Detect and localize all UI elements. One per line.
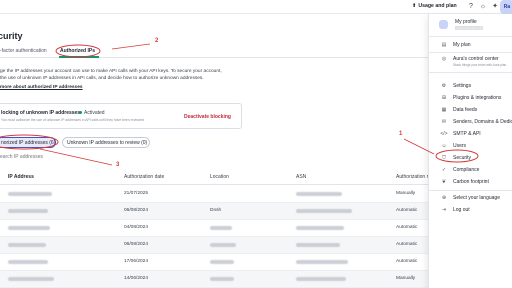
deactivate-blocking-button[interactable]: Deactivate blocking — [184, 114, 231, 120]
header-asn[interactable]: ASN — [296, 174, 306, 180]
masked-ip — [8, 277, 54, 281]
status-dot — [79, 111, 82, 115]
masked-asn — [296, 243, 340, 247]
blocking-title: locking of unknown IP addresses — [1, 110, 81, 116]
header-date[interactable]: Authorization date — [124, 174, 164, 180]
annotation-number-2: 2 — [155, 38, 159, 44]
masked-asn — [296, 192, 342, 196]
row-method: Automatic — [396, 259, 418, 264]
description-line-2: the use of unknown IP addresses in API c… — [0, 76, 204, 81]
menu-divider — [429, 190, 512, 191]
check-icon: ✓ — [441, 167, 447, 173]
top-bar: ⬆ Usage and plan ? ☼ ✦ Ra — [0, 0, 512, 14]
code-icon: </> — [440, 131, 448, 137]
logout-icon: ⇥ — [441, 207, 447, 213]
row-date: 17/06/2024 — [124, 259, 149, 264]
unknown-ips-filter[interactable]: Unknown IP addresses to review (0) — [62, 137, 150, 148]
my-profile-link[interactable]: My profile — [455, 19, 477, 25]
row-method: Manually — [396, 191, 416, 196]
blocking-subtitle: You must authorize the use of unknown IP… — [1, 118, 145, 122]
masked-ip — [8, 260, 48, 264]
plan-icon: ▤ — [441, 42, 447, 48]
learn-more-link[interactable]: more about authorized IP addresses — [0, 85, 83, 90]
masked-asn — [296, 260, 348, 264]
annotation-number-1: 1 — [399, 131, 403, 137]
leaf-icon: ❦ — [441, 179, 447, 185]
menu-divider — [429, 36, 512, 37]
tab-authorized-ips[interactable]: Authorized IPs — [60, 48, 95, 54]
row-location: Dnsh — [210, 208, 222, 213]
menu-item-smtp-api[interactable]: </> SMTP & API — [429, 128, 512, 140]
row-date: 14/06/2024 — [124, 276, 149, 281]
tab-two-factor[interactable]: -factor authentication — [0, 48, 47, 54]
row-method: Automatic — [396, 208, 418, 213]
language-selector[interactable]: ⊕ Select your language — [429, 192, 512, 204]
notification-icon[interactable]: ☼ — [478, 2, 488, 12]
page-title: curity — [0, 31, 23, 41]
database-icon: ▦ — [441, 107, 447, 113]
logout-link[interactable]: ⇥ Log out — [429, 204, 512, 216]
row-date: 06/08/2024 — [124, 242, 149, 247]
my-plan-link[interactable]: ▤ My plan — [429, 39, 512, 51]
masked-location — [210, 226, 232, 230]
gear-icon: ⚙ — [441, 83, 447, 89]
menu-item-settings[interactable]: ⚙ Settings — [429, 80, 512, 92]
upgrade-icon: ⬆ — [412, 3, 417, 9]
control-center-link[interactable]: Aura's control center — [453, 56, 499, 62]
masked-ip — [8, 209, 48, 213]
header-ip[interactable]: IP Address — [8, 174, 34, 180]
active-tab-indicator — [59, 56, 99, 58]
menu-item-security[interactable]: ⛉ Security — [429, 152, 512, 164]
status-badge: Activated — [79, 110, 105, 116]
masked-location — [210, 277, 234, 281]
row-method: Automatic — [396, 225, 418, 230]
row-date: 04/08/2024 — [124, 225, 149, 230]
masked-ip — [8, 226, 50, 230]
masked-asn — [296, 209, 352, 213]
menu-item-senders[interactable]: ✉ Senders, Domains & Dedica — [429, 116, 512, 128]
menu-divider — [429, 52, 512, 53]
help-icon[interactable]: ? — [466, 2, 476, 12]
menu-item-compliance[interactable]: ✓ Compliance — [429, 164, 512, 176]
globe-icon: ⊕ — [441, 195, 447, 201]
usage-and-plan-link[interactable]: ⬆ Usage and plan — [412, 3, 457, 9]
blocking-card: locking of unknown IP addresses Activate… — [0, 103, 242, 129]
shield-icon: ⛉ — [442, 155, 446, 161]
plug-icon: ⊞ — [441, 95, 447, 101]
authorized-ips-filter[interactable]: norized IP addresses (6) — [0, 137, 56, 148]
apps-icon[interactable]: ✦ — [490, 2, 500, 12]
masked-location — [210, 243, 236, 247]
description: ge the IP addresses your account can use… — [0, 68, 250, 82]
masked-location — [210, 260, 234, 264]
row-date: 21/07/2025 — [124, 191, 149, 196]
control-center-sub: Stack things your team with Aura plan — [453, 63, 507, 67]
usage-label: Usage and plan — [418, 3, 457, 9]
menu-item-users[interactable]: ☺ Users — [429, 140, 512, 152]
annotation-number-3: 3 — [116, 162, 120, 168]
masked-ip — [8, 192, 52, 196]
sender-icon: ✉ — [441, 119, 447, 125]
masked-email: ▒▒▒▒▒▒▒▒▒▒▒ — [455, 26, 484, 30]
security-tabs: -factor authentication Authorized IPs — [0, 44, 445, 58]
masked-ip — [8, 243, 46, 247]
status-text: Activated — [84, 110, 105, 116]
row-method: Automatic — [396, 242, 418, 247]
control-center-icon: ◎ — [441, 56, 447, 62]
menu-item-carbon[interactable]: ❦ Carbon footprint — [429, 176, 512, 188]
row-method: Manually — [396, 276, 416, 281]
menu-item-data-feeds[interactable]: ▦ Data feeds — [429, 104, 512, 116]
description-line-1: ge the IP addresses your account can use… — [0, 69, 222, 74]
row-date: 06/08/2024 — [124, 208, 149, 213]
masked-asn — [296, 277, 346, 281]
profile-avatar — [439, 20, 448, 29]
masked-asn — [296, 226, 344, 230]
header-location[interactable]: Location — [210, 174, 229, 180]
users-icon: ☺ — [441, 143, 447, 149]
avatar[interactable]: Ra — [500, 0, 512, 14]
account-menu: My profile ▒▒▒▒▒▒▒▒▒▒▒ ▤ My plan ◎ Aura'… — [428, 14, 512, 288]
menu-item-plugins[interactable]: ⊞ Plugins & integrations — [429, 92, 512, 104]
menu-divider — [429, 72, 512, 73]
